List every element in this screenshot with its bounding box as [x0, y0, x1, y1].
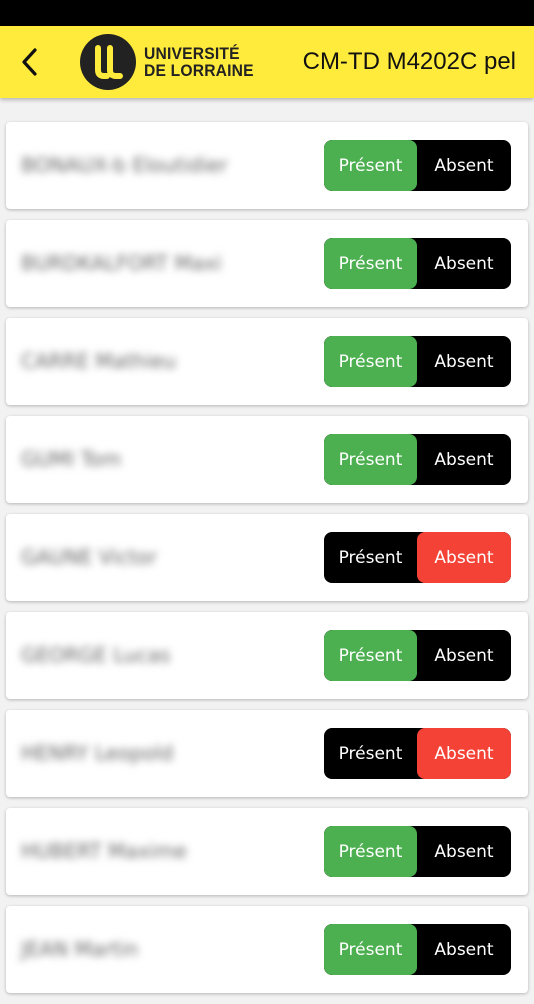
student-card: HUBERT Maxime Présent Absent [6, 808, 528, 895]
page-title: CM-TD M4202C pel [302, 48, 516, 75]
student-card: GEORGE Lucas Présent Absent [6, 612, 528, 699]
back-button[interactable] [10, 40, 50, 84]
present-button[interactable]: Présent [324, 826, 417, 877]
logo-line-2: DE LORRAINE [144, 61, 254, 80]
student-name: GAUNE Victor [21, 545, 157, 569]
student-name: BONAUX-b Eloutidier [21, 153, 228, 177]
absent-button[interactable]: Absent [417, 728, 511, 779]
student-name: HENRY Leopold [21, 741, 174, 765]
student-card: GUMI Tom Présent Absent [6, 416, 528, 503]
student-name: GUMI Tom [21, 447, 122, 471]
student-name: GEORGE Lucas [21, 643, 171, 667]
attendance-toggle: Présent Absent [324, 238, 511, 289]
student-card: HENRY Leopold Présent Absent [6, 710, 528, 797]
attendance-toggle: Présent Absent [324, 630, 511, 681]
student-name: BURDKALFORT Maxi [21, 251, 222, 275]
attendance-toggle: Présent Absent [324, 728, 511, 779]
absent-button[interactable]: Absent [417, 826, 511, 877]
status-bar [0, 0, 534, 26]
app-header: UNIVERSITÉ DE LORRAINE CM-TD M4202C pel [0, 26, 534, 98]
absent-button[interactable]: Absent [417, 434, 511, 485]
present-button[interactable]: Présent [324, 434, 417, 485]
student-list: BONAUX-b Eloutidier Présent Absent BURDKALF… [6, 122, 528, 1004]
attendance-toggle: Présent Absent [324, 826, 511, 877]
student-card: CARRE Mathieu Présent Absent [6, 318, 528, 405]
student-name: HUBERT Maxime [21, 839, 187, 863]
attendance-toggle: Présent Absent [324, 532, 511, 583]
absent-button[interactable]: Absent [417, 336, 511, 387]
logo-mark-icon [80, 34, 136, 90]
student-card: BURDKALFORT Maxi Présent Absent [6, 220, 528, 307]
chevron-left-icon [22, 48, 37, 76]
attendance-toggle: Présent Absent [324, 140, 511, 191]
present-button[interactable]: Présent [324, 336, 417, 387]
attendance-toggle: Présent Absent [324, 434, 511, 485]
absent-button[interactable]: Absent [417, 630, 511, 681]
present-button[interactable]: Présent [324, 238, 417, 289]
present-button[interactable]: Présent [324, 532, 417, 583]
logo-line-1: UNIVERSITÉ [144, 44, 240, 63]
present-button[interactable]: Présent [324, 140, 417, 191]
attendance-toggle: Présent Absent [324, 336, 511, 387]
present-button[interactable]: Présent [324, 728, 417, 779]
absent-button[interactable]: Absent [417, 532, 511, 583]
student-card: BONAUX-b Eloutidier Présent Absent [6, 122, 528, 209]
university-logo: UNIVERSITÉ DE LORRAINE [80, 34, 263, 90]
absent-button[interactable]: Absent [417, 238, 511, 289]
student-name: CARRE Mathieu [21, 349, 176, 373]
logo-wordmark: UNIVERSITÉ DE LORRAINE [144, 45, 254, 79]
present-button[interactable]: Présent [324, 630, 417, 681]
absent-button[interactable]: Absent [417, 140, 511, 191]
student-card: GAUNE Victor Présent Absent [6, 514, 528, 601]
